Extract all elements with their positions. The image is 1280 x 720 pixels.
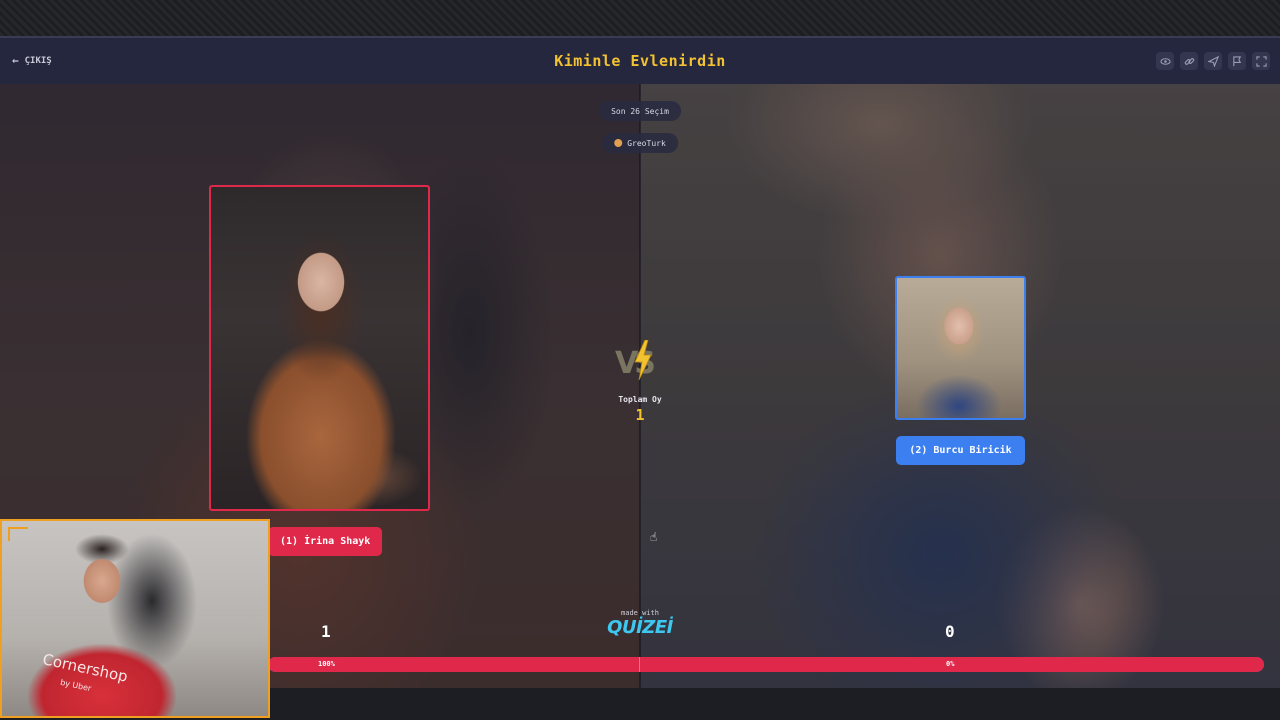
total-votes-value: 1 xyxy=(635,406,645,424)
total-votes-label: Toplam Oy xyxy=(618,395,662,404)
vs-icon: VS xyxy=(615,340,665,384)
lightning-icon xyxy=(634,340,652,380)
flag-icon[interactable] xyxy=(1228,52,1246,70)
candidate-1-image[interactable] xyxy=(209,185,430,511)
candidate-2-percent: 0% xyxy=(946,660,955,668)
fullscreen-icon[interactable] xyxy=(1252,52,1270,70)
progress-center-mark xyxy=(639,657,640,672)
shirt-text: Cornershop xyxy=(41,650,130,686)
page-title: Kiminle Evlenirdin xyxy=(554,52,726,70)
recent-choices-badge: Son 26 Seçim xyxy=(599,101,681,121)
vote-progress-bar: 100% 0% xyxy=(268,657,1264,672)
eye-icon[interactable] xyxy=(1156,52,1174,70)
user-name: GreoTurk xyxy=(627,138,666,148)
link-icon[interactable] xyxy=(1180,52,1198,70)
recent-choices-label: Son 26 Seçim xyxy=(611,106,669,116)
vote-progress-fill-left xyxy=(268,657,1264,672)
user-badge[interactable]: GreoTurk xyxy=(602,133,678,153)
hand-cursor-icon: ☝ xyxy=(650,530,658,544)
header-bar: ← ÇIKIŞ Kiminle Evlenirdin xyxy=(0,36,1280,84)
webcam-overlay: Cornershop by Uber xyxy=(0,519,270,718)
top-band xyxy=(0,0,1280,36)
user-avatar-icon xyxy=(614,139,623,147)
header-actions xyxy=(1156,52,1270,70)
candidate-2-button[interactable]: (2) Burcu Biricik xyxy=(896,436,1025,465)
center-divider xyxy=(639,84,641,688)
webcam-frame-corner xyxy=(8,527,28,529)
webcam-frame-corner xyxy=(8,527,10,541)
shirt-subtext: by Uber xyxy=(59,677,93,694)
candidate-1-percent: 100% xyxy=(318,660,335,668)
candidate-1-button[interactable]: (1) İrina Shayk xyxy=(268,527,383,556)
send-icon[interactable] xyxy=(1204,52,1222,70)
